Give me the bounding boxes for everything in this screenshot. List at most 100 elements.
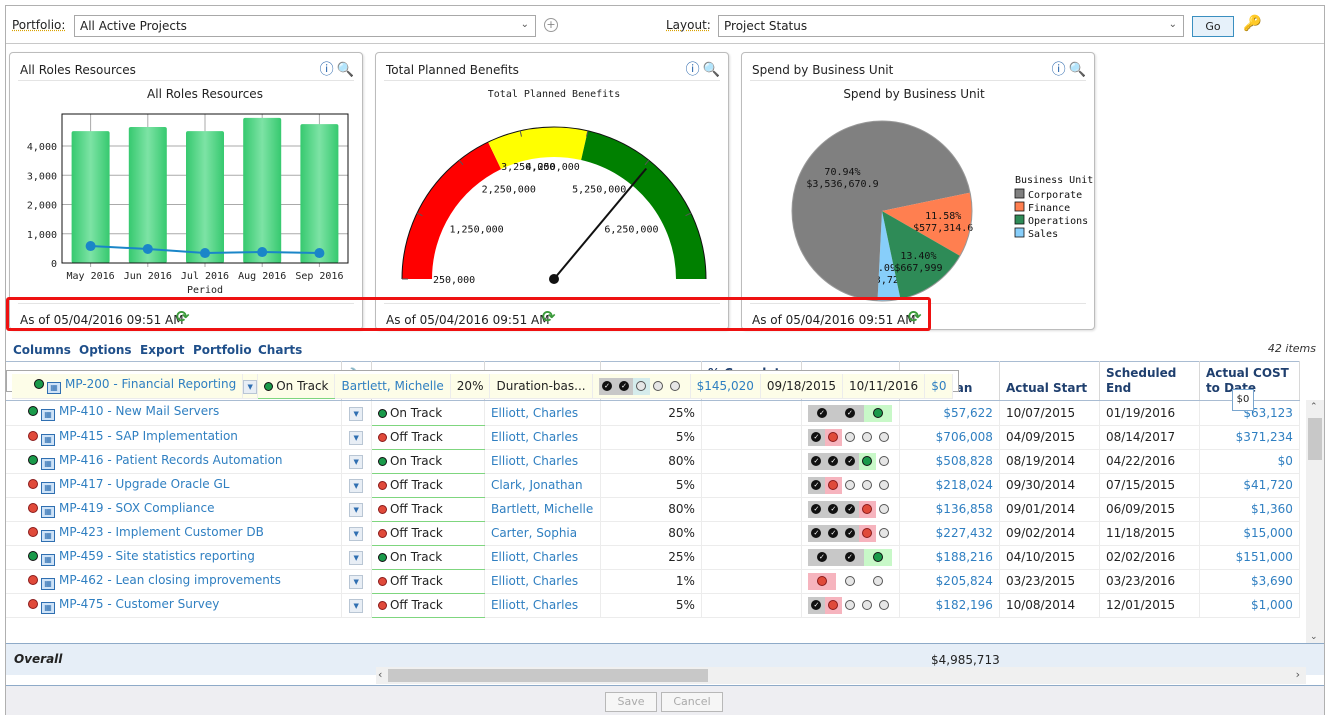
total-plan-cell[interactable]: $508,828 [899,449,1000,474]
project-link[interactable]: MP-410 - New Mail Servers [59,404,219,418]
table-row[interactable]: ▦ MP-416 - Patient Records Automation ▼ On … [6,449,1300,474]
plus-circle-icon[interactable]: + [544,18,558,32]
total-plan-cell[interactable]: $57,622 [899,401,1000,426]
portfolio-menu[interactable]: Portfolio [193,343,252,357]
table-row[interactable]: ▦ MP-200 - Financial Reporting ▼ On Track Ba… [6,370,960,399]
total-plan-cell[interactable]: $218,024 [899,473,1000,498]
project-link[interactable]: MP-416 - Patient Records Automation [59,453,283,467]
percent-complete-cell: 5% [600,425,702,450]
actual-start-cell: 10/08/2014 [999,593,1100,618]
gate-empty-icon [876,501,893,518]
actual-cost-cell[interactable]: $15,000 [1199,521,1300,546]
project-link[interactable]: MP-475 - Customer Survey [59,597,219,611]
row-dropdown-button[interactable]: ▼ [349,431,364,445]
table-row[interactable]: ▦ MP-419 - SOX Compliance ▼ Off Track Bartle… [6,497,1300,522]
scroll-up-icon[interactable]: ⌃ [1310,402,1318,412]
row-dropdown-button[interactable]: ▼ [243,379,257,394]
owner-link[interactable]: Bartlett, Michelle [341,379,443,393]
row-dropdown-button[interactable]: ▼ [349,503,364,517]
columns-menu[interactable]: Columns [13,343,71,357]
table-row[interactable]: ▦ MP-423 - Implement Customer DB ▼ Off Trac… [6,521,1300,546]
table-row[interactable]: ▦ MP-475 - Customer Survey ▼ Off Track Ellio… [6,593,1300,618]
total-plan-cell[interactable]: $205,824 [899,569,1000,594]
table-row[interactable]: ▦ MP-415 - SAP Implementation ▼ Off Track El… [6,425,1300,450]
actual-cost-cell[interactable]: $1,000 [1199,593,1300,618]
cancel-button[interactable]: Cancel [661,692,723,712]
refresh-icon[interactable]: ⟳ [908,307,921,326]
export-menu[interactable]: Export [140,343,184,357]
actual-cost-cell[interactable]: $41,720 [1199,473,1300,498]
owner-link[interactable]: Elliott, Charles [491,550,578,564]
row-dropdown-button[interactable]: ▼ [349,575,364,589]
project-link[interactable]: MP-417 - Upgrade Oracle GL [59,477,229,491]
project-link[interactable]: MP-415 - SAP Implementation [59,429,238,443]
layout-select[interactable]: Project Status ⌄ [718,15,1184,37]
table-row[interactable]: ▦ MP-459 - Site statistics reporting ▼ On T… [6,545,1300,570]
project-link[interactable]: MP-459 - Site statistics reporting [59,549,255,563]
portfolio-label[interactable]: Portfolio: [12,18,65,32]
owner-link[interactable]: Bartlett, Michelle [491,502,593,516]
owner-link[interactable]: Carter, Sophia [491,526,577,540]
scroll-thumb[interactable] [1308,418,1322,460]
total-plan-cell[interactable]: $706,008 [899,425,1000,450]
owner-link[interactable]: Elliott, Charles [491,406,578,420]
key-icon[interactable]: 🔑 [1243,14,1262,32]
vertical-scrollbar[interactable]: ⌃ ⌄ [1306,400,1324,644]
layout-label[interactable]: Layout: [666,18,711,32]
actual-cost-cell[interactable]: $1,360 [1199,497,1300,522]
total-plan-cell[interactable]: $136,858 [899,497,1000,522]
actual-cost-cell[interactable]: $151,000 [1199,545,1300,570]
table-row[interactable]: ▦ MP-462 - Lean closing improvements ▼ Off … [6,569,1300,594]
search-icon[interactable]: 🔍 [703,62,720,78]
info-icon[interactable]: ⓘ [320,62,334,78]
scroll-left-icon[interactable]: ‹ [378,668,382,681]
owner-link[interactable]: Elliott, Charles [491,430,578,444]
total-plan-cell[interactable]: $182,196 [899,593,1000,618]
table-row[interactable]: ▦ MP-410 - New Mail Servers ▼ On Track Ellio… [6,401,1300,426]
row-dropdown-button[interactable]: ▼ [349,527,364,541]
owner-link[interactable]: Elliott, Charles [491,598,578,612]
owner-link[interactable]: Clark, Jonathan [491,478,583,492]
row-dropdown-button[interactable]: ▼ [349,479,364,493]
search-icon[interactable]: 🔍 [1069,62,1086,78]
charts-menu[interactable]: Charts [258,343,302,357]
row-dropdown-button[interactable]: ▼ [349,406,364,421]
owner-link[interactable]: Elliott, Charles [491,574,578,588]
row-dropdown-button[interactable]: ▼ [349,455,364,469]
actual-cost-cell[interactable]: $3,690 [1199,569,1300,594]
table-row[interactable]: ▦ MP-417 - Upgrade Oracle GL ▼ Off Track Cla… [6,473,1300,498]
gauge-tick-label: 4,250,000 [526,162,580,173]
refresh-icon[interactable]: ⟳ [176,307,189,326]
scroll-right-icon[interactable]: › [1296,668,1300,681]
total-plan-cell[interactable]: $188,216 [899,545,1000,570]
column-header-scheduled-end[interactable]: Scheduled End [1099,361,1200,401]
project-icon: ▦ [41,553,55,566]
horizontal-scrollbar[interactable]: ‹ › [376,667,1306,684]
owner-link[interactable]: Elliott, Charles [491,454,578,468]
actual-cost-cell[interactable]: $0 [924,374,954,399]
go-button[interactable]: Go [1192,16,1234,37]
portfolio-select[interactable]: All Active Projects ⌄ [74,15,536,37]
info-icon[interactable]: ⓘ [1052,62,1066,78]
actual-cost-cell[interactable]: $0 [1199,449,1300,474]
total-plan-cell[interactable]: $145,020 [690,374,761,399]
health-off-icon [28,526,38,537]
row-dropdown-button[interactable]: ▼ [349,551,364,565]
project-link[interactable]: MP-419 - SOX Compliance [59,501,214,515]
row-dropdown-button[interactable]: ▼ [349,599,364,613]
project-link[interactable]: MP-423 - Implement Customer DB [59,525,264,539]
options-menu[interactable]: Options [79,343,132,357]
project-link[interactable]: MP-200 - Financial Reporting [65,377,236,391]
save-button[interactable]: Save [605,692,657,712]
gauge-tick-label: 2,250,000 [482,184,536,195]
status-on-icon [377,408,387,418]
search-icon[interactable]: 🔍 [337,62,354,78]
refresh-icon[interactable]: ⟳ [542,307,555,326]
scroll-down-icon[interactable]: ⌄ [1310,632,1318,642]
actual-cost-cell[interactable]: $371,234 [1199,425,1300,450]
column-header-actual-start[interactable]: Actual Start [999,361,1100,401]
total-plan-cell[interactable]: $227,432 [899,521,1000,546]
scroll-thumb[interactable] [388,669,708,682]
project-link[interactable]: MP-462 - Lean closing improvements [59,573,281,587]
info-icon[interactable]: ⓘ [686,62,700,78]
